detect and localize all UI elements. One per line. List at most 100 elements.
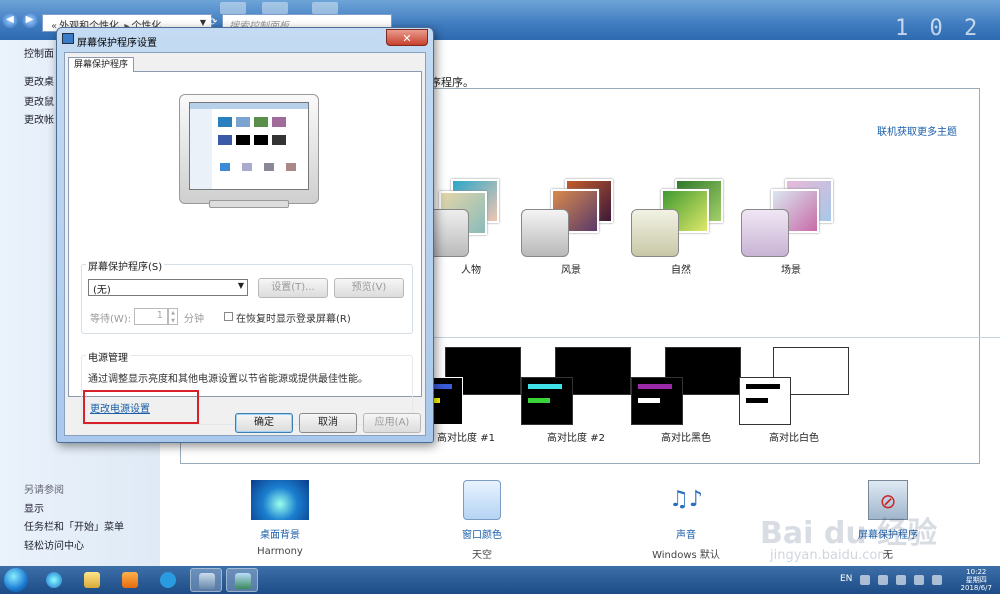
monitor-icon <box>62 33 74 44</box>
theme-label: 高对比度 #2 <box>547 433 605 444</box>
monitor-stand <box>209 200 289 208</box>
theme-people[interactable]: 人物 <box>421 179 521 276</box>
theme-label: 风景 <box>561 265 581 276</box>
hc-title-bar <box>528 384 562 389</box>
sounds-button[interactable]: ♫♪ 声音 Windows 默认 <box>626 480 746 561</box>
preview-monitor <box>179 94 319 212</box>
settings-button[interactable]: 设置(T)... <box>258 278 328 298</box>
taskbar: EN 10:22 星期四 2018/6/7 <box>0 566 1000 594</box>
sidebar-item-home[interactable]: 控制面 <box>24 45 54 60</box>
tab-page: 屏幕保护程序(S) (无) ▼ 设置(T)... 预览(V) 等待(W): 1 … <box>68 71 422 425</box>
see-also-display[interactable]: 显示 <box>24 500 44 515</box>
forward-arrow-icon[interactable]: ▶ <box>21 12 38 28</box>
start-button[interactable] <box>4 568 28 592</box>
tray-arrow-icon[interactable] <box>860 575 870 585</box>
screen-saver-group: 屏幕保护程序(S) (无) ▼ 设置(T)... 预览(V) 等待(W): 1 … <box>81 258 413 334</box>
tray-network-icon[interactable] <box>896 575 906 585</box>
tray-volume-icon[interactable] <box>932 575 942 585</box>
language-indicator[interactable]: EN <box>840 574 852 584</box>
theme-scenes[interactable]: 场景 <box>741 179 841 276</box>
see-also-title: 另请参阅 <box>24 485 64 496</box>
bottom-item-sub: Windows 默认 <box>652 550 720 561</box>
ok-button[interactable]: 确定 <box>235 413 293 433</box>
ie-icon <box>46 572 62 588</box>
stepper-arrows-icon[interactable]: ▲ ▼ <box>168 308 178 325</box>
see-also-taskbar[interactable]: 任务栏和「开始」菜单 <box>24 518 124 533</box>
bottom-item-sub: 天空 <box>472 550 492 561</box>
theme-label: 人物 <box>461 265 481 276</box>
hc-line <box>638 398 660 403</box>
theme-label: 自然 <box>671 265 691 276</box>
tray-clock[interactable]: 10:22 星期四 2018/6/7 <box>961 568 992 592</box>
close-button[interactable]: ✕ <box>386 29 428 46</box>
dialog-body: 屏幕保护程序 屏幕保护程序(S) (无) ▼ 设置(T)... 预览(V) 等待… <box>64 52 426 436</box>
wait-minutes-input[interactable]: 1 <box>134 308 168 325</box>
window-color-button[interactable]: 窗口颜色 天空 <box>422 480 542 561</box>
tab-screen-saver[interactable]: 屏幕保护程序 <box>68 57 134 72</box>
see-also-ease-of-access[interactable]: 轻松访问中心 <box>24 537 84 552</box>
clock-day: 星期四 <box>965 576 987 584</box>
bottom-item-title: 窗口颜色 <box>462 530 502 541</box>
clock-time: 10:22 <box>966 568 987 576</box>
get-more-themes-link[interactable]: 联机获取更多主题 <box>877 123 957 138</box>
tray-flag-icon[interactable] <box>878 575 888 585</box>
taskbar-explorer-button[interactable] <box>76 568 108 592</box>
taskbar-media-button[interactable] <box>114 568 146 592</box>
preview-button[interactable]: 预览(V) <box>334 278 404 298</box>
system-tray: EN 10:22 星期四 2018/6/7 <box>830 566 1000 594</box>
chat-icon <box>160 572 176 588</box>
resume-login-checkbox[interactable] <box>224 312 233 321</box>
theme-label: 高对比黑色 <box>661 433 711 444</box>
desktop-background-button[interactable]: 桌面背景 Harmony <box>220 480 340 557</box>
media-player-icon <box>122 572 138 588</box>
folder-icon <box>84 572 100 588</box>
theme-label: 高对比白色 <box>769 433 819 444</box>
wait-unit-label: 分钟 <box>184 314 204 325</box>
hc-title-bar <box>746 384 780 389</box>
baidu-watermark-logo: Bai du 经验 <box>760 516 938 551</box>
preview-screen <box>189 102 309 190</box>
theme-high-contrast-black[interactable]: 高对比黑色 <box>631 347 741 444</box>
theme-high-contrast-2[interactable]: 高对比度 #2 <box>521 347 631 444</box>
desktop-background-icon <box>251 480 309 520</box>
taskbar-screensaver-button[interactable] <box>226 568 258 592</box>
screen-saver-settings-dialog: 屏幕保护程序设置 ✕ 屏幕保护程序 屏幕保护程序(S) (无) ▼ 设置(T).… <box>56 27 434 443</box>
hc-line <box>528 398 550 403</box>
select-value: (无) <box>93 285 111 296</box>
monitor-icon <box>235 573 251 589</box>
hc-title-bar <box>638 384 672 389</box>
bottom-item-sub: Harmony <box>257 546 303 557</box>
window-color-icon <box>463 480 501 520</box>
theme-label: 场景 <box>781 265 801 276</box>
dialog-title: 屏幕保护程序设置 <box>77 38 157 49</box>
clock-date: 2018/6/7 <box>960 584 992 592</box>
hc-line <box>746 398 768 403</box>
taskbar-ie-button[interactable] <box>38 568 70 592</box>
group-title: 电源管理 <box>86 349 130 364</box>
bottom-item-title: 声音 <box>676 530 696 541</box>
resume-login-label[interactable]: 在恢复时显示登录屏幕(R) <box>236 310 351 325</box>
wait-label: 等待(W): <box>90 314 132 325</box>
theme-nature[interactable]: 自然 <box>631 179 731 276</box>
theme-high-contrast-white[interactable]: 高对比白色 <box>739 347 849 444</box>
screen-saver-select[interactable]: (无) ▼ <box>88 279 248 296</box>
chevron-down-icon: ▼ <box>237 281 244 290</box>
theme-landscapes[interactable]: 风景 <box>521 179 621 276</box>
control-panel-icon <box>199 573 215 589</box>
nav-buttons: ◀ ▶ <box>2 12 38 28</box>
sidebar-item-desktop-icons[interactable]: 更改桌 <box>24 73 54 88</box>
sidebar-item-mouse-pointers[interactable]: 更改鼠 <box>24 93 54 108</box>
baidu-watermark-url: jingyan.baidu.com <box>770 548 890 563</box>
power-description: 通过调整显示亮度和其他电源设置以节省能源或提供最佳性能。 <box>88 374 368 385</box>
group-title: 屏幕保护程序(S) <box>86 258 165 273</box>
sidebar-item-account-picture[interactable]: 更改帐 <box>24 111 54 126</box>
music-notes-icon: ♫♪ <box>669 487 703 512</box>
bottom-item-title: 桌面背景 <box>260 530 300 541</box>
apply-button[interactable]: 应用(A) <box>363 413 421 433</box>
highlight-annotation <box>83 390 199 424</box>
cancel-button[interactable]: 取消 <box>299 413 357 433</box>
back-arrow-icon[interactable]: ◀ <box>2 12 18 28</box>
taskbar-chat-button[interactable] <box>152 568 184 592</box>
taskbar-control-panel-button[interactable] <box>190 568 222 592</box>
tray-battery-icon[interactable] <box>914 575 924 585</box>
